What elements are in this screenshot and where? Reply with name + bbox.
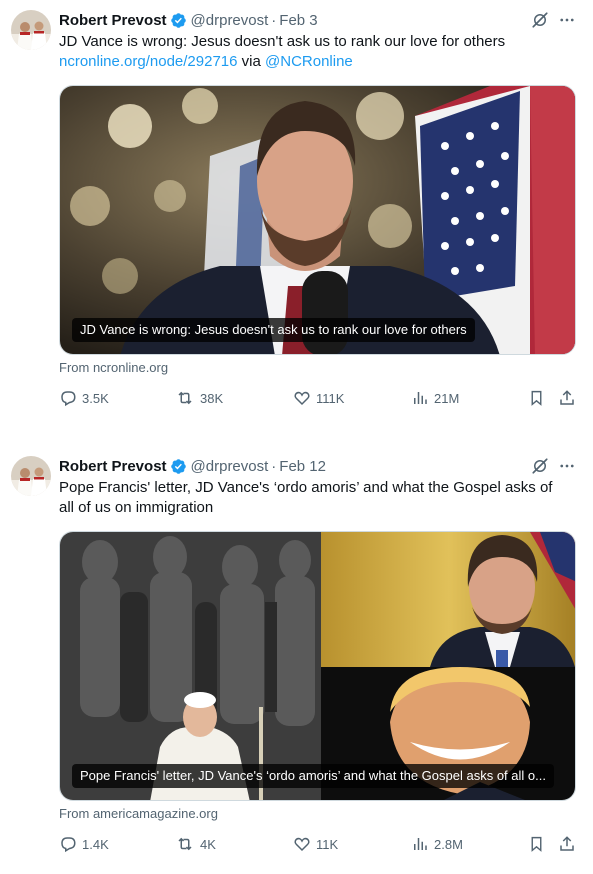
like-count: 111K [316,390,345,406]
reply-count: 3.5K [82,390,109,406]
reply-button[interactable]: 3.5K [59,388,109,408]
action-bar: 1.4K 4K 11K 2.8M [59,834,579,854]
like-icon [294,391,310,406]
like-button[interactable]: 11K [293,834,338,854]
views-icon [414,838,427,850]
link-card[interactable]: JD Vance is wrong: Jesus doesn't ask us … [59,85,576,355]
grok-icon[interactable] [530,456,550,476]
like-icon [294,837,310,852]
views-button[interactable]: 2.8M [411,834,463,854]
bookmark-icon [531,390,541,406]
like-count: 11K [316,836,339,852]
link-card[interactable]: Pope Francis' letter, JD Vance's ‘ordo a… [59,531,576,801]
share-icon [560,836,574,851]
views-count: 21M [434,390,460,406]
repost-button[interactable]: 38K [175,388,223,408]
tweet-1[interactable]: Robert Prevost @drprevost · Feb 3 JD Van… [0,0,593,430]
reply-icon [61,837,76,853]
reply-icon [61,391,76,407]
views-icon [414,392,427,404]
share-button[interactable] [557,834,577,854]
bookmark-button[interactable] [526,834,546,854]
card-image [60,532,575,800]
share-icon [560,390,574,405]
tweet-text-line: JD Vance is wrong: Jesus doesn't ask us … [59,33,506,50]
tweet-date[interactable]: Feb 12 [279,458,326,475]
avatar[interactable] [11,10,51,50]
author-handle[interactable]: @drprevost [191,12,269,29]
tweet-date[interactable]: Feb 3 [279,12,317,29]
verified-badge-icon [170,458,187,475]
tweet-text: Pope Francis' letter, JD Vance's ‘ordo a… [59,478,579,518]
author-name[interactable]: Robert Prevost [59,458,167,475]
reply-button[interactable]: 1.4K [59,834,109,854]
card-source[interactable]: From americamagazine.org [59,806,218,822]
more-icon[interactable] [557,10,577,30]
action-bar: 3.5K 38K 111K 21M [59,388,579,408]
tweet-2[interactable]: Robert Prevost @drprevost · Feb 12 Pope … [0,440,593,874]
bookmark-icon [531,836,541,852]
views-count: 2.8M [434,836,463,852]
tweet-text-line: Pope Francis' letter, JD Vance's ‘ordo a… [59,479,553,496]
author-name[interactable]: Robert Prevost [59,12,167,29]
via-text: via [241,53,261,70]
like-button[interactable]: 111K [293,388,344,408]
tweet-text-line: ncronline.org/node/292716 via @NCRonline [59,52,579,72]
repost-count: 4K [200,836,216,852]
repost-button[interactable]: 4K [175,834,216,854]
mention-link[interactable]: @NCRonline [265,53,353,70]
card-caption: Pope Francis' letter, JD Vance's ‘ordo a… [72,764,554,788]
separator-dot: · [271,457,277,475]
tweet-header: Robert Prevost @drprevost · Feb 12 [59,455,326,477]
tweet-text-line: all of us on immigration [59,499,214,516]
repost-count: 38K [200,390,224,406]
card-source[interactable]: From ncronline.org [59,360,168,376]
grok-icon[interactable] [530,10,550,30]
repost-icon [178,391,192,405]
tweet-text: JD Vance is wrong: Jesus doesn't ask us … [59,32,579,72]
author-handle[interactable]: @drprevost [191,458,269,475]
card-image [60,86,575,354]
verified-badge-icon [170,12,187,29]
share-button[interactable] [557,388,577,408]
repost-icon [178,837,192,851]
tweet-header: Robert Prevost @drprevost · Feb 3 [59,9,318,31]
more-icon[interactable] [557,456,577,476]
tweet-link[interactable]: ncronline.org/node/292716 [59,53,237,70]
card-caption: JD Vance is wrong: Jesus doesn't ask us … [72,318,475,342]
bookmark-button[interactable] [526,388,546,408]
separator-dot: · [271,11,277,29]
views-button[interactable]: 21M [411,388,459,408]
avatar[interactable] [11,456,51,496]
reply-count: 1.4K [82,836,109,852]
